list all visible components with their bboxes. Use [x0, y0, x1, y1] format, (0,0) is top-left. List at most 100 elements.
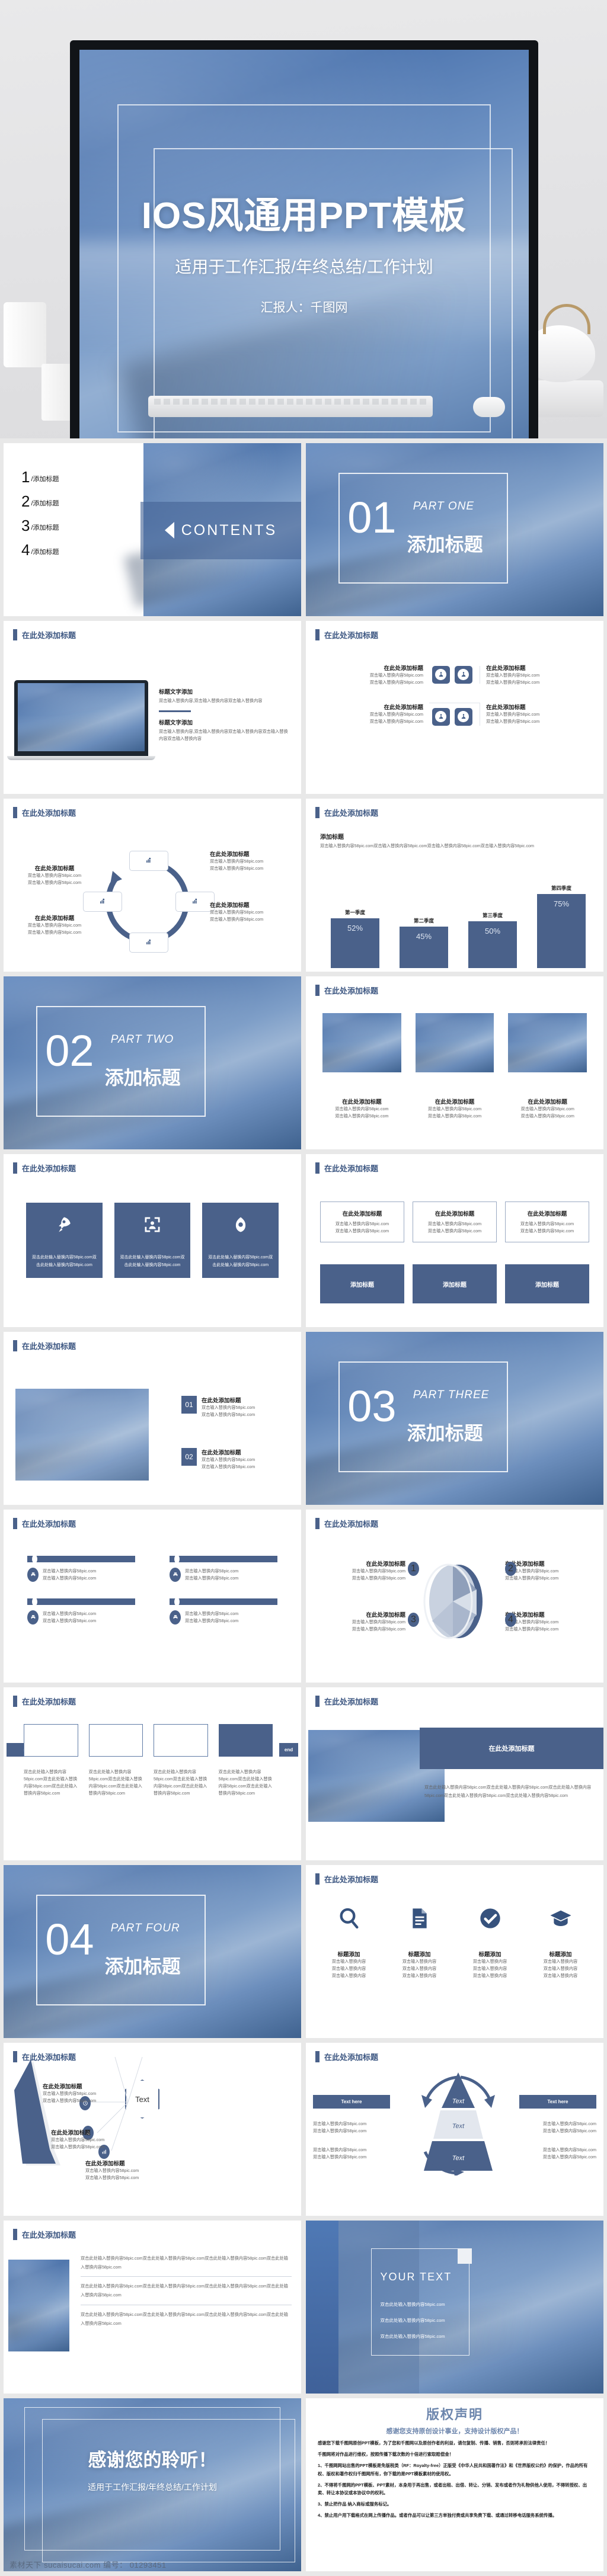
list-item[interactable]: 2/添加标题 [21, 494, 59, 509]
progress-item[interactable]: 双击输入替换内容58pic.com 双击输入替换内容58pic.com [27, 1555, 135, 1582]
slide-header: 在此处添加标题 [306, 2043, 603, 2062]
item-title: 标题添加 [549, 1952, 572, 1958]
item-line: 双击输入替换内容58pic.com [486, 679, 540, 685]
add-title-button[interactable]: 添加标题 [320, 1264, 404, 1303]
item-line: 双击输入替换内容58pic.com [27, 922, 82, 928]
timeline-item[interactable]: 双击此处输入替换内容58pic.com双击此处输入替换内容58pic.com双击… [24, 1724, 78, 1797]
slide-image-numbered[interactable]: 在此处添加标题 01 在此处添加标题 双击输入替换内容58pic.com 双击输… [4, 1332, 301, 1505]
progress-bar[interactable] [170, 1597, 277, 1606]
copyright-paragraph: 千图网将对作品进行维权，按照传播下载次数的十倍进行索取赔偿金！ [318, 2452, 454, 2458]
slide-photo-cards[interactable]: 在此处添加标题 在此处添加标题 双击输入替换内容58pic.com 双击输入替换… [306, 976, 603, 1149]
item-line: 双击输入替换内容58pic.com [486, 672, 540, 678]
people-icon-tile[interactable] [454, 707, 472, 726]
timeline-box [88, 1724, 143, 1757]
card-body: 双击此处输入替换内容58pic.com双击此处输入替换内容58pic.com [208, 1255, 273, 1268]
cycle-text: 在此处添加标题 双击输入替换内容58pic.com 双击输入替换内容58pic.… [13, 914, 96, 936]
cycle-node[interactable] [83, 892, 122, 912]
icon-item[interactable]: 标题添加 双击输入替换内容 双击输入替换内容 双击输入替换内容 [456, 1907, 523, 1979]
photo-card[interactable]: 在此处添加标题 双击输入替换内容58pic.com 双击输入替换内容58pic.… [508, 1013, 587, 1120]
slide-quadrant[interactable]: 在此处添加标题 在此处添加标题 双击输入替换内容58pic.com 双击输入替换… [306, 621, 603, 794]
vertical-card[interactable]: 双击此处输入替换内容58pic.com双击此处输入替换内容58pic.com [26, 1203, 103, 1278]
add-title-button[interactable]: 添加标题 [505, 1264, 589, 1303]
slide-header: 在此处添加标题 [306, 1687, 603, 1707]
bar-category: 第二季度 [413, 918, 434, 924]
photo-card[interactable]: 在此处添加标题 双击输入替换内容58pic.com 双击输入替换内容58pic.… [415, 1013, 494, 1120]
list-item[interactable]: 3/添加标题 [21, 518, 59, 533]
outline-box[interactable]: 在此处添加标题 双击输入替换内容58pic.com 双击输入替换内容58pic.… [413, 1202, 497, 1242]
slide-pie-diagram[interactable]: 在此处添加标题 在此处添加标题 双击输入替换内容58pic.com 双击输入替换… [306, 1510, 603, 1683]
vertical-card[interactable]: 双击此处输入替换内容58pic.com双击此处输入替换内容58pic.com [114, 1203, 191, 1278]
cycle-node[interactable] [129, 851, 168, 871]
progress-knob[interactable] [174, 1597, 180, 1606]
slide-bar-chart[interactable]: 在此处添加标题 添加标题 双击输入替换内容58pic.com双击输入替换内容58… [306, 799, 603, 972]
slide-icon-row[interactable]: 在此处添加标题 标题添加 双击输入替换内容 双击输入替换内容 双击输入替换内容 … [306, 1865, 603, 2038]
card-body: 双击此处输入替换内容58pic.com双击此处输入替换内容58pic.com [31, 1255, 97, 1268]
header-title: 在此处添加标题 [324, 631, 379, 640]
end-marker[interactable]: end [279, 1743, 298, 1757]
slide-laptop-intro[interactable]: 在此处添加标题 标题文字添加 双击输入替换内容,双击输入替换内容双击输入替换内容… [4, 621, 301, 794]
item-line: 双击输入替换内容58pic.com [210, 909, 264, 915]
outline-box[interactable]: 在此处添加标题 双击输入替换内容58pic.com 双击输入替换内容58pic.… [320, 1202, 404, 1242]
progress-knob[interactable] [174, 1555, 180, 1563]
slide-image-banner[interactable]: 在此处添加标题 在此处添加标题 双击此处输入替换内容58pic.com双击此处输… [306, 1687, 603, 1860]
slide-pyramid[interactable]: 在此处添加标题 Text Text Text Text here 双击输入替换内… [306, 2043, 603, 2216]
slide-hexagon-diagram[interactable]: 在此处添加标题 Text 在此处添加标题 双击输入替换内容58pic.com 双… [4, 2043, 301, 2216]
right-button[interactable]: Text here [519, 2095, 596, 2109]
slide-contents[interactable]: 1/添加标题 2/添加标题 3/添加标题 4/添加标题 CONTENTS [4, 443, 301, 616]
outline-box[interactable]: 在此处添加标题 双击输入替换内容58pic.com 双击输入替换内容58pic.… [505, 1202, 589, 1242]
cycle-node[interactable] [129, 933, 168, 953]
item-title: 在此处添加标题 [505, 1612, 545, 1619]
progress-bar[interactable] [170, 1555, 277, 1563]
item-line: 双击输入替换内容58pic.com [486, 719, 540, 725]
item-line: 双击输入替换内容58pic.com [352, 1626, 405, 1632]
progress-item[interactable]: 双击输入替换内容58pic.com 双击输入替换内容58pic.com [170, 1555, 277, 1582]
people-icon-tile[interactable] [432, 665, 450, 684]
timeline-item[interactable]: 双击此处输入替换内容58pic.com双击此处输入替换内容58pic.com双击… [154, 1724, 208, 1797]
numbered-item[interactable]: 01 在此处添加标题 双击输入替换内容58pic.com 双击输入替换内容58p… [181, 1396, 255, 1418]
item-title: 在此处添加标题 [366, 1612, 405, 1619]
copyright-subtitle: 感谢您支持原创设计事业，支持设计版权产品！ [386, 2428, 523, 2435]
block-body: 双击输入替换内容,双击输入替换内容双击输入替换内容双击输入替换内容双击输入替换内… [159, 728, 288, 741]
slide-copyright[interactable]: 版权声明 感谢您支持原创设计事业，支持设计版权产品！ 感谢您下载千图网原创PPT… [306, 2398, 603, 2571]
timeline-box [154, 1724, 208, 1757]
progress-knob[interactable] [32, 1597, 37, 1606]
cycle-text: 在此处添加标题 双击输入替换内容58pic.com 双击输入替换内容58pic.… [210, 850, 293, 872]
list-item[interactable]: 1/添加标题 [21, 469, 59, 485]
progress-item[interactable]: 双击输入替换内容58pic.com 双击输入替换内容58pic.com [27, 1597, 135, 1625]
slide-box-buttons[interactable]: 在此处添加标题 在此处添加标题 双击输入替换内容58pic.com 双击输入替换… [306, 1154, 603, 1327]
slide-vertical-cards[interactable]: 在此处添加标题 双击此处输入替换内容58pic.com双击此处输入替换内容58p… [4, 1154, 301, 1327]
people-icon-tile[interactable] [454, 665, 472, 684]
mouse-mockup [473, 397, 505, 417]
slide-your-text[interactable]: YOUR TEXT 双击此处输入替换内容58pic.com 双击此处输入替换内容… [306, 2221, 603, 2394]
timeline-item[interactable]: 双击此处输入替换内容58pic.com双击此处输入替换内容58pic.com双击… [218, 1724, 273, 1797]
slide-three-paragraphs[interactable]: 在此处添加标题 双击此处输入替换内容58pic.com双击此处输入替换内容58p… [4, 2221, 301, 2394]
progress-bar[interactable] [27, 1555, 135, 1563]
slide-cycle-diagram[interactable]: 在此处添加标题 在此处添加标题 双击输入替换内容58pic.com 双击输入替换… [4, 799, 301, 972]
slide-progress-bars[interactable]: 在此处添加标题 双击输入替换内容58pic.com 双击输入替换内容58pic.… [4, 1510, 301, 1683]
slide-timeline[interactable]: 在此处添加标题 start end 双击此处输入替换内容58pic.com双击此… [4, 1687, 301, 1860]
slide-photo [8, 2260, 69, 2351]
list-item[interactable]: 4/添加标题 [21, 542, 59, 558]
header-accent-bar [13, 629, 17, 640]
icon-item[interactable]: 标题添加 双击输入替换内容 双击输入替换内容 双击输入替换内容 [386, 1907, 453, 1979]
laptop-text-blocks: 标题文字添加 双击输入替换内容,双击输入替换内容双击输入替换内容 标题文字添加 … [159, 687, 289, 742]
slide-part-two[interactable]: 02 PART TWO 添加标题 [4, 976, 301, 1149]
slide-thank-you[interactable]: 感谢您的聆听！ 适用于工作汇报/年终总结/工作计划 素材天下 sucaisuca… [4, 2398, 301, 2571]
progress-knob[interactable] [32, 1555, 37, 1563]
slide-part-one[interactable]: 01 PART ONE 添加标题 [306, 443, 603, 616]
left-button[interactable]: Text here [313, 2095, 390, 2109]
numbered-item[interactable]: 02 在此处添加标题 双击输入替换内容58pic.com 双击输入替换内容58p… [181, 1448, 255, 1470]
icon-item[interactable]: 标题添加 双击输入替换内容 双击输入替换内容 双击输入替换内容 [315, 1907, 382, 1979]
vertical-card[interactable]: 双击此处输入替换内容58pic.com双击此处输入替换内容58pic.com [202, 1203, 279, 1278]
people-icon-tile[interactable] [432, 707, 450, 726]
header-accent-bar [13, 1340, 17, 1351]
add-title-button[interactable]: 添加标题 [413, 1264, 497, 1303]
slide-part-three[interactable]: 03 PART THREE 添加标题 [306, 1332, 603, 1505]
photo-card[interactable]: 在此处添加标题 双击输入替换内容58pic.com 双击输入替换内容58pic.… [322, 1013, 401, 1120]
progress-bar[interactable] [27, 1597, 135, 1606]
timeline-item[interactable]: 双击此处输入替换内容58pic.com双击此处输入替换内容58pic.com双击… [88, 1724, 143, 1797]
icon-item[interactable]: 标题添加 双击输入替换内容 双击输入替换内容 双击输入替换内容 [527, 1907, 594, 1979]
cycle-node[interactable] [175, 892, 215, 912]
slide-part-four[interactable]: 04 PART FOUR 添加标题 [4, 1865, 301, 2038]
progress-item[interactable]: 双击输入替换内容58pic.com 双击输入替换内容58pic.com [170, 1597, 277, 1625]
